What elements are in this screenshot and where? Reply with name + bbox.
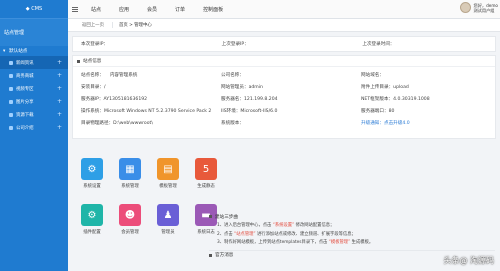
info-os: 操作系统：Microsoft Windows NT 5.2.3790 Servi… [81,109,212,114]
sidebar-item-download[interactable]: 资源下载 + [0,108,68,121]
shortcut-admin[interactable]: ♟ 管理员 [150,204,186,235]
official-news-title: 官方消息 [215,253,234,258]
grid-icon: ▦ [119,158,141,180]
avatar [459,2,471,13]
last-login-ip: 上次登录IP： [221,42,249,47]
setup-steps-panel: 建站三步曲 1、进入后台管理中心，点击 “系统设置” 修改网站配置信息； 2、点… [209,211,495,260]
sidebar-item-video[interactable]: 视频专区 + [0,82,68,95]
info-company-name: 公司名称： [221,73,244,78]
html5-icon: 5 [195,158,217,180]
expand-icon[interactable]: + [57,111,62,118]
shortcut-template-manage[interactable]: ▤ 模板管理 [150,158,186,189]
image-icon [9,99,13,104]
info-port: 服务器端口：80 [361,109,395,114]
menu-icon[interactable] [68,6,82,12]
sidebar: ◆ CMS 站点管理 ▾ 默认站点 新闻资讯 + 商务商城 + 视频专区 + 图片分享 +… [0,0,68,271]
expand-icon[interactable]: + [57,59,62,66]
info-site-name: 站点名称： 内容管理系统 [81,73,138,78]
tab-apps[interactable]: 应用 [110,6,138,13]
company-icon [9,125,13,130]
info-server-ip: 服务器IP：AY1305181636192 [81,97,148,102]
shortcut-generate-static[interactable]: 5 生成静态 [188,158,224,189]
sidebar-item-image[interactable]: 图片分享 + [0,95,68,108]
shortcut-plugin-config[interactable]: ⚙ 插件配置 [74,204,110,235]
step-line-2: 2、点击 “站点管理” 进行添加站点或修改、建立频道、扩展字段等信息； [217,231,356,237]
gear-icon: ⚙ [81,158,103,180]
link-site-manage[interactable]: “站点管理” [234,232,256,237]
tab-members[interactable]: 会员 [138,6,166,13]
step-line-3: 3、制作好网站模板，上传到站点templates目录下，点击 “模板管理” 生成… [217,240,374,245]
back-button[interactable]: 返回上一页 [68,22,112,28]
bullet-icon [77,59,80,63]
site-info-grid: 站点名称： 内容管理系统 公司名称： 网站域名： 安装目录：/ 网站管理员：ad… [73,67,495,131]
shop-icon [9,73,13,78]
news-icon [9,60,13,65]
shortcut-system-manage[interactable]: ▦ 系统管理 [112,158,148,189]
topbar: 站点 应用 会员 订单 控制面板 您好，demo 测试用户组 [68,0,500,19]
download-icon [9,112,13,117]
setup-steps-title: 建站三步曲 [215,214,238,220]
site-info-panel: 站点信息 站点名称： 内容管理系统 公司名称： 网站域名： 安装目录：/ 网站管… [72,55,496,139]
expand-icon[interactable]: + [57,72,62,79]
step-line-1: 1、进入后台管理中心，点击 “系统设置” 修改网站配置信息； [217,223,335,228]
link-template-manage[interactable]: “模板管理” [329,240,351,245]
expand-icon[interactable]: + [57,98,62,105]
last-login-time: 上次登录时间： [362,42,395,47]
sidebar-item-news[interactable]: 新闻资讯 + [0,56,68,69]
info-iis: IIS环境：Microsoft-IIS/6.0 [221,109,278,114]
login-info: 本次登录IP： 上次登录IP： 上次登录时间： [72,36,496,52]
sidebar-item-shop[interactable]: 商务商城 + [0,69,68,82]
shortcut-system-settings[interactable]: ⚙ 系统设置 [74,158,110,189]
logo: ◆ CMS [0,0,68,19]
watermark: 头条@ 淘源码 [443,256,494,265]
expand-icon[interactable]: + [57,85,62,92]
breadcrumb-bar: 返回上一页 首页 > 管理中心 [68,19,500,32]
expand-icon[interactable]: + [57,124,62,131]
tab-site[interactable]: 站点 [82,6,110,13]
bullet-icon [209,215,212,218]
bullet-icon [209,253,212,257]
info-upload-dir: 附件上传目录：upload [361,85,409,90]
info-net-version: NET框架版本：4.0.30319.1008 [361,97,430,102]
upgrade-link[interactable]: 升级通知：点击升级4.0 [361,117,500,129]
main-content: 本次登录IP： 上次登录IP： 上次登录时间： 站点信息 站点名称： 内容管理系… [72,36,496,258]
video-icon [9,86,13,91]
sidebar-title: 站点管理 [0,19,68,46]
user-menu[interactable]: 您好，demo 测试用户组 [459,2,498,13]
user-group: 测试用户组 [473,7,495,13]
user-greeting: 您好，demo [473,2,498,8]
info-domain: 网站域名： [361,73,384,78]
site-info-title: 站点信息 [83,59,102,64]
admin-icon: ♟ [157,204,179,226]
shortcut-member-manage[interactable]: ☻ 会员管理 [112,204,148,235]
sidebar-item-company[interactable]: 公司介绍 + [0,121,68,134]
tab-orders[interactable]: 订单 [166,6,194,13]
info-server-name: 服务器名：121.199.8.204 [221,97,278,102]
info-physical-path: 目录物理路径：D:\web\wwwroot\ [81,121,153,126]
info-admin: 网站管理员：admin [221,85,263,90]
info-version: 系统版本： [221,121,244,126]
sidebar-group-default[interactable]: ▾ 默认站点 [0,46,68,56]
info-install-dir: 安装目录：/ [81,85,106,90]
plugin-icon: ⚙ [81,204,103,226]
template-icon: ▤ [157,158,179,180]
breadcrumb[interactable]: 首页 > 管理中心 [111,22,158,28]
link-system-settings[interactable]: “系统设置” [273,223,295,228]
tab-control-panel[interactable]: 控制面板 [194,6,232,13]
this-login-ip: 本次登录IP： [81,42,109,47]
member-icon: ☻ [119,204,141,226]
logo-text: ◆ CMS [25,6,43,12]
